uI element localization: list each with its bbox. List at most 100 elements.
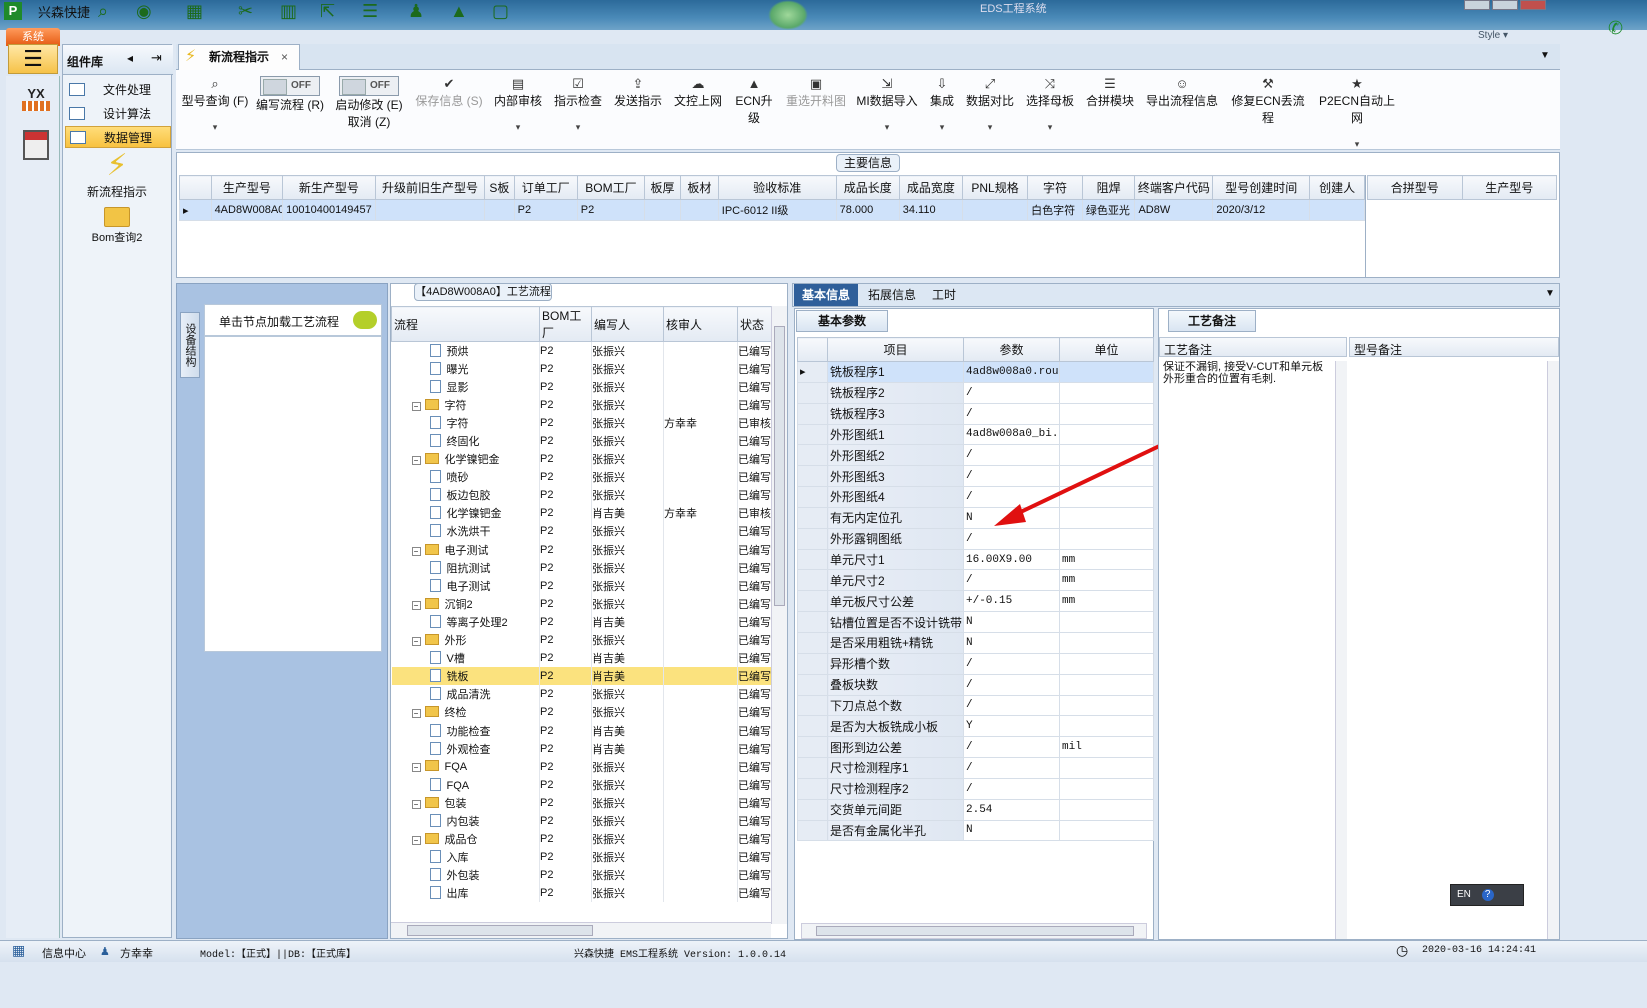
save-info-button[interactable]: ✔ 保存信息 (S) bbox=[414, 76, 484, 144]
param-row[interactable]: 叠板块数 / bbox=[797, 673, 1154, 696]
param-row[interactable]: 是否有金属化半孔 N bbox=[797, 819, 1154, 842]
column-header[interactable]: 单位 bbox=[1059, 337, 1154, 362]
off-toggle[interactable]: OFF bbox=[260, 76, 320, 96]
param-row[interactable]: 交货单元间距 2.54 bbox=[797, 798, 1154, 821]
ecn-upgrade-button[interactable]: ▲ ECN升级 bbox=[730, 76, 778, 144]
cell[interactable] bbox=[644, 199, 681, 221]
tree-node[interactable]: 等离子处理2 bbox=[391, 612, 540, 631]
cell[interactable]: AD8W bbox=[1134, 199, 1214, 221]
tree-row[interactable]: 功能检查 P2 肖吉美 已编写 bbox=[391, 721, 772, 740]
column-header[interactable]: 流程 bbox=[391, 306, 540, 342]
cell[interactable] bbox=[961, 199, 1029, 221]
column-header[interactable]: 成品长度 bbox=[835, 175, 900, 200]
tree-row[interactable]: − 终检 P2 张振兴 已编写 bbox=[391, 703, 772, 722]
cancel-label[interactable]: 取消 (Z) bbox=[348, 115, 391, 129]
tab-extended-info[interactable]: 拓展信息 bbox=[860, 284, 924, 306]
tree-row[interactable]: 内包装 P2 张振兴 已编写 bbox=[391, 811, 772, 831]
merge-module-button[interactable]: ☰ 合拼模块 bbox=[1082, 76, 1138, 144]
tree-node[interactable]: 外包装 bbox=[391, 866, 540, 885]
tree-node[interactable]: 化学镍钯金 bbox=[391, 504, 540, 523]
param-value[interactable]: N bbox=[963, 819, 1060, 842]
column-header[interactable]: 编写人 bbox=[591, 306, 664, 342]
phone-icon[interactable]: ✆ bbox=[1608, 18, 1623, 39]
tree-node[interactable]: 终固化 bbox=[391, 431, 540, 451]
user-icon[interactable]: ♟ bbox=[408, 2, 430, 22]
param-value[interactable]: / bbox=[963, 569, 1060, 592]
param-value[interactable]: 16.00X9.00 bbox=[963, 548, 1060, 571]
column-header[interactable]: 板材 bbox=[679, 175, 719, 200]
column-header[interactable]: 板厚 bbox=[644, 175, 681, 200]
param-row[interactable]: 单元尺寸2/mm bbox=[797, 569, 1154, 592]
notes-scrollbar[interactable] bbox=[1335, 361, 1347, 939]
column-header[interactable]: 型号创建时间 bbox=[1212, 175, 1311, 200]
param-value[interactable]: / bbox=[963, 652, 1060, 675]
process-horizontal-scrollbar[interactable] bbox=[391, 922, 771, 938]
param-row[interactable]: 是否为大板铣成小板 Y bbox=[797, 715, 1154, 738]
select-motherboard-button[interactable]: ⤨ 选择母板 ▾ bbox=[1022, 76, 1078, 144]
tree-node[interactable]: − 沉铜2 bbox=[391, 594, 540, 613]
collapse-icon[interactable]: − bbox=[411, 456, 421, 466]
send-instruction-button[interactable]: ⇪ 发送指示 bbox=[610, 76, 666, 144]
tile-bom-query[interactable]: Bom查询2 bbox=[71, 205, 163, 249]
repair-ecn-button[interactable]: ⚒ 修复ECN丢流程 bbox=[1226, 76, 1310, 144]
tree-row[interactable]: 显影 P2 张振兴 已编写 bbox=[391, 377, 772, 396]
column-header[interactable]: BOM工厂 bbox=[576, 175, 646, 200]
export-icon[interactable]: ⇱ bbox=[320, 2, 342, 22]
cell[interactable]: P2 bbox=[513, 199, 578, 221]
column-header[interactable]: 核审人 bbox=[663, 306, 738, 342]
integrate-button[interactable]: ⇩ 集成 ▾ bbox=[924, 76, 960, 144]
info-center-link[interactable]: 信息中心 bbox=[42, 945, 86, 961]
tab-dropdown-icon[interactable]: ▼ bbox=[1540, 50, 1550, 61]
ime-indicator[interactable]: EN ? bbox=[1450, 884, 1524, 906]
tab-new-process[interactable]: ⚡ 新流程指示 × bbox=[178, 44, 300, 71]
tree-node[interactable]: 入库 bbox=[391, 848, 540, 867]
collapse-icon[interactable]: − bbox=[411, 799, 421, 809]
cell[interactable]: 2020/3/12 bbox=[1212, 199, 1311, 221]
cell[interactable]: 4AD8W008A0 bbox=[210, 199, 284, 221]
tree-node[interactable]: 阻抗测试 bbox=[391, 558, 540, 577]
collapse-icon[interactable]: − bbox=[411, 546, 421, 556]
column-header[interactable]: S板 bbox=[484, 175, 515, 200]
tree-node[interactable]: 显影 bbox=[391, 377, 540, 396]
minimize-button[interactable] bbox=[1464, 0, 1490, 10]
tree-row[interactable]: 外包装 P2 张振兴 已编写 bbox=[391, 866, 772, 885]
image-icon[interactable]: ▲ bbox=[450, 2, 472, 22]
param-row[interactable]: 是否采用粗铣+精铣 N bbox=[797, 631, 1154, 654]
tree-row[interactable]: 成品清洗 P2 张振兴 已编写 bbox=[391, 685, 772, 704]
tree-node[interactable]: 内包装 bbox=[391, 811, 540, 831]
tree-node[interactable]: − 化学镍钯金 bbox=[391, 450, 540, 469]
cell[interactable]: 绿色亚光 bbox=[1081, 199, 1136, 221]
tab-close-icon[interactable]: × bbox=[281, 45, 288, 69]
tree-node[interactable]: − 包装 bbox=[391, 793, 540, 812]
param-row[interactable]: 单元板尺寸公差 +/-0.15 mm bbox=[797, 590, 1154, 613]
tree-row[interactable]: 化学镍钯金 P2 肖吉美 方幸幸 已审核 bbox=[391, 504, 772, 523]
column-header[interactable]: 字符 bbox=[1027, 175, 1083, 200]
close-button[interactable] bbox=[1520, 0, 1546, 10]
cell[interactable]: 白色字符 bbox=[1027, 199, 1083, 221]
nav-item-design-algorithm[interactable]: 设计算法 bbox=[65, 103, 171, 125]
collapse-icon[interactable]: − bbox=[411, 763, 421, 773]
tab-basic-info[interactable]: 基本信息 bbox=[794, 284, 859, 306]
instruction-check-button[interactable]: ☑ 指示检查 ▾ bbox=[550, 76, 606, 144]
column-header[interactable]: 验收标准 bbox=[717, 175, 837, 200]
tree-node[interactable]: V槽 bbox=[391, 649, 540, 668]
tree-row[interactable]: − 沉铜2 P2 张振兴 已编写 bbox=[391, 594, 772, 613]
model-query-button[interactable]: ⌕ 型号查询 (F) ▾ bbox=[180, 76, 250, 144]
param-value[interactable]: N bbox=[963, 611, 1060, 633]
column-header[interactable]: 生产型号 bbox=[210, 175, 284, 200]
param-value[interactable]: / bbox=[963, 694, 1060, 717]
collapse-icon[interactable]: − bbox=[411, 600, 421, 610]
param-value[interactable]: Y bbox=[963, 715, 1060, 738]
tree-row[interactable]: FQA P2 张振兴 已编写 bbox=[391, 775, 772, 794]
export-process-button[interactable]: ☺ 导出流程信息 bbox=[1142, 76, 1222, 144]
column-header[interactable]: 项目 bbox=[827, 337, 964, 362]
style-menu[interactable]: Style ▾ bbox=[1478, 30, 1508, 41]
reselect-cutting-button[interactable]: ▣ 重选开料图 bbox=[782, 76, 850, 144]
internal-review-button[interactable]: ▤ 内部审核 ▾ bbox=[490, 76, 546, 144]
collapse-left-icon[interactable]: ◂ bbox=[127, 51, 133, 65]
yx-logo-icon[interactable]: YX bbox=[16, 86, 56, 122]
tree-row[interactable]: − 包装 P2 张振兴 已编写 bbox=[391, 793, 772, 812]
nav-item-data-management[interactable]: 数据管理 bbox=[65, 126, 171, 148]
tree-node[interactable]: 喷砂 bbox=[391, 468, 540, 487]
tree-node[interactable]: 板边包胶 bbox=[391, 486, 540, 505]
